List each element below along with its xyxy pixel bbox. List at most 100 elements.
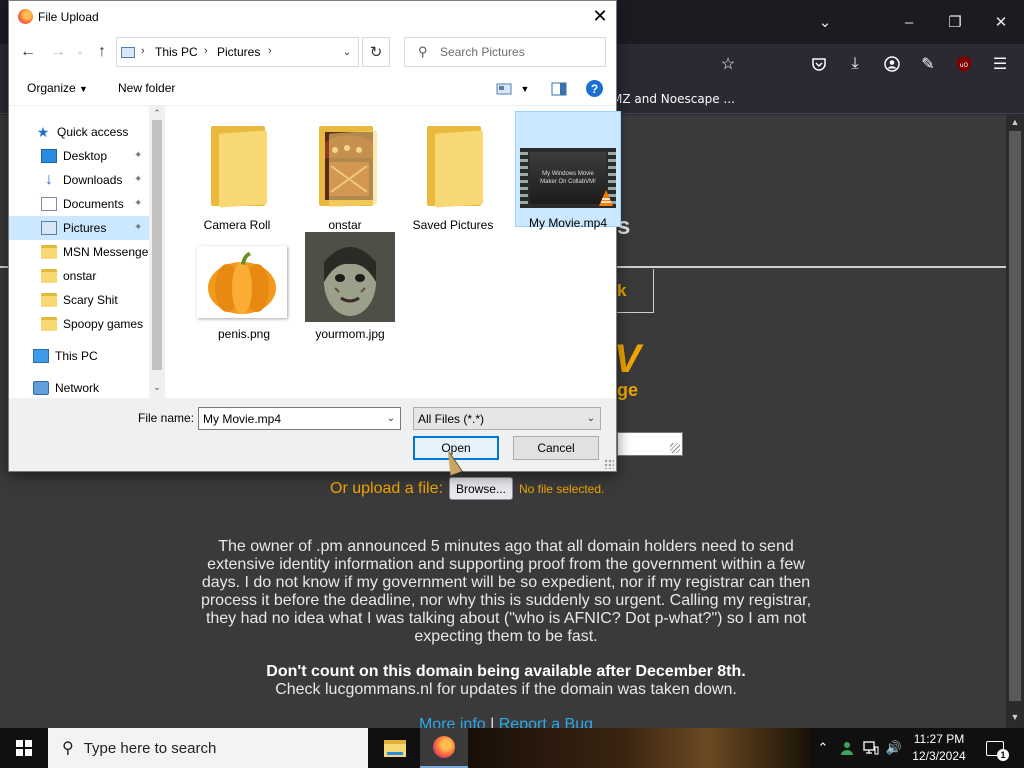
file-item-my-movie[interactable]: My Windows Movie Maker On CollabVM! My M… bbox=[515, 111, 621, 230]
nav-item-quick-access[interactable]: ★ Quick access bbox=[9, 120, 149, 144]
pocket-button[interactable] bbox=[808, 53, 830, 75]
file-name: yourmom.jpg bbox=[315, 327, 385, 341]
help-icon[interactable]: ? bbox=[586, 80, 603, 97]
extensions-button[interactable]: ✎ bbox=[917, 53, 939, 75]
navigation-pane: ★ Quick access Desktop ✦ ↓ Downloads ✦ D… bbox=[9, 106, 149, 398]
show-hidden-icons-button[interactable]: ⌃ bbox=[812, 728, 834, 768]
video-thumbnail-icon: My Windows Movie Maker On CollabVM! bbox=[520, 148, 616, 208]
view-options-button[interactable]: ▼ bbox=[516, 80, 534, 98]
resize-grip-icon[interactable] bbox=[604, 459, 614, 469]
search-input[interactable] bbox=[440, 43, 600, 61]
taskbar-search[interactable]: ⚲ Type here to search bbox=[48, 728, 368, 768]
account-button[interactable] bbox=[881, 53, 903, 75]
folder-icon bbox=[427, 126, 483, 208]
change-view-button[interactable] bbox=[495, 80, 513, 98]
nav-item-pictures[interactable]: Pictures ✦ bbox=[9, 216, 149, 240]
nav-item-desktop[interactable]: Desktop ✦ bbox=[9, 144, 149, 168]
action-center-button[interactable]: 1 bbox=[980, 728, 1010, 768]
forward-button[interactable]: → bbox=[48, 43, 68, 61]
report-bug-link[interactable]: Report a Bug bbox=[499, 716, 593, 728]
file-item-camera-roll[interactable]: Camera Roll bbox=[187, 114, 287, 232]
downloads-button[interactable]: ⤓ bbox=[844, 53, 866, 75]
breadcrumb-pictures[interactable]: Pictures bbox=[217, 45, 260, 59]
nav-item-this-pc[interactable]: This PC bbox=[9, 344, 149, 368]
search-box[interactable]: ⚲ bbox=[404, 37, 606, 67]
scroll-up-icon[interactable]: ⌃ bbox=[149, 108, 165, 119]
nav-item-documents[interactable]: Documents ✦ bbox=[9, 192, 149, 216]
scroll-up-icon[interactable]: ▲ bbox=[1006, 117, 1024, 131]
start-button[interactable] bbox=[0, 728, 48, 768]
nav-scroll-thumb[interactable] bbox=[152, 120, 162, 370]
nav-scrollbar[interactable]: ⌃ ⌄ bbox=[149, 106, 165, 398]
minimize-button[interactable]: – bbox=[886, 0, 932, 44]
new-folder-button[interactable]: New folder bbox=[118, 81, 175, 95]
file-list: Camera Roll onstar Saved Pictures My Win… bbox=[165, 106, 621, 398]
scroll-down-icon[interactable]: ▼ bbox=[1006, 712, 1024, 726]
scroll-thumb[interactable] bbox=[1009, 131, 1021, 701]
url-textarea[interactable] bbox=[617, 432, 683, 456]
nav-item-label: This PC bbox=[55, 349, 98, 363]
bookmark-star-button[interactable]: ☆ bbox=[717, 53, 739, 75]
file-name-input[interactable] bbox=[203, 411, 378, 427]
menu-button[interactable]: ☰ bbox=[989, 53, 1011, 75]
file-item-penis-png[interactable]: penis.png bbox=[193, 230, 295, 350]
file-name-combobox[interactable]: ⌄ bbox=[198, 407, 401, 430]
nav-item-msn-messenger[interactable]: MSN Messenger bbox=[9, 240, 149, 264]
up-button[interactable]: ↑ bbox=[92, 43, 112, 61]
cancel-button[interactable]: Cancel bbox=[513, 436, 599, 460]
dialog-close-button[interactable]: ✕ bbox=[584, 1, 616, 32]
scroll-down-icon[interactable]: ⌄ bbox=[149, 382, 165, 393]
taskbar-search-placeholder: Type here to search bbox=[83, 739, 217, 757]
file-item-saved-pictures[interactable]: Saved Pictures bbox=[403, 114, 503, 232]
taskbar-clock[interactable]: 11:27 PM 12/3/2024 bbox=[903, 731, 975, 765]
puzzle-icon: ✎ bbox=[921, 56, 935, 73]
hamburger-icon: ☰ bbox=[992, 56, 1008, 73]
volume-tray-button[interactable]: 🔊 bbox=[883, 728, 905, 768]
restore-button[interactable]: ❐ bbox=[932, 0, 978, 44]
user-tray-button[interactable] bbox=[836, 728, 858, 768]
file-type-dropdown[interactable]: ⌄ bbox=[582, 408, 600, 429]
organize-button[interactable]: Organize ▼ bbox=[27, 81, 88, 95]
chevron-right-icon[interactable]: › bbox=[141, 45, 145, 57]
nav-link-fragment[interactable]: k bbox=[617, 281, 626, 301]
star-icon: ★ bbox=[36, 124, 50, 140]
file-item-onstar[interactable]: onstar bbox=[295, 114, 395, 232]
back-button[interactable]: ← bbox=[18, 43, 38, 61]
nav-item-label: Spoopy games bbox=[63, 317, 144, 331]
footer-links: More info | Report a Bug bbox=[196, 716, 816, 728]
recent-locations-button[interactable]: ⌄ bbox=[70, 43, 90, 61]
firefox-icon bbox=[18, 9, 33, 24]
nav-item-downloads[interactable]: ↓ Downloads ✦ bbox=[9, 168, 149, 192]
preview-pane-button[interactable] bbox=[550, 80, 568, 98]
close-window-button[interactable]: ✕ bbox=[978, 0, 1024, 44]
browse-button[interactable]: Browse... bbox=[448, 477, 513, 500]
refresh-button[interactable]: ↻ bbox=[362, 37, 390, 67]
tab-list-button[interactable]: ⌄ bbox=[802, 0, 848, 44]
address-dropdown[interactable]: ⌄ bbox=[336, 38, 358, 66]
file-type-select[interactable]: All Files (*.*) ⌄ bbox=[413, 407, 601, 430]
nav-item-label: Network bbox=[55, 381, 100, 395]
file-explorer-taskbar-button[interactable] bbox=[371, 728, 419, 768]
file-item-yourmom-jpg[interactable]: yourmom.jpg bbox=[300, 230, 400, 350]
chevron-right-icon[interactable]: › bbox=[268, 45, 272, 57]
more-info-link[interactable]: More info bbox=[419, 716, 486, 728]
breadcrumb-this-pc[interactable]: This PC bbox=[155, 45, 198, 59]
ublock-button[interactable]: uO bbox=[953, 53, 975, 75]
nav-item-scary-shit[interactable]: Scary Shit bbox=[9, 288, 149, 312]
close-icon: ✕ bbox=[592, 6, 608, 26]
view-icon bbox=[496, 83, 512, 95]
page-scrollbar[interactable]: ▲ ▼ bbox=[1006, 115, 1024, 728]
chevron-right-icon[interactable]: › bbox=[204, 45, 208, 57]
network-tray-button[interactable] bbox=[860, 728, 882, 768]
nav-item-label: Documents bbox=[63, 197, 124, 211]
taskbar: ⚲ Type here to search ⌃ 🔊 11:27 PM 12/3/… bbox=[0, 728, 1024, 768]
address-bar[interactable]: › This PC › Pictures › ⌄ bbox=[116, 37, 359, 67]
nav-item-network[interactable]: Network bbox=[9, 376, 149, 398]
bookmark-item[interactable]: MZ and Noescape ... bbox=[612, 92, 735, 106]
file-name-dropdown[interactable]: ⌄ bbox=[382, 408, 400, 429]
resize-grip-icon[interactable] bbox=[670, 443, 680, 453]
firefox-taskbar-button[interactable] bbox=[420, 728, 468, 768]
nav-item-spoopy-games[interactable]: Spoopy games bbox=[9, 312, 149, 336]
dialog-titlebar[interactable]: File Upload ✕ bbox=[9, 1, 616, 32]
nav-item-onstar[interactable]: onstar bbox=[9, 264, 149, 288]
